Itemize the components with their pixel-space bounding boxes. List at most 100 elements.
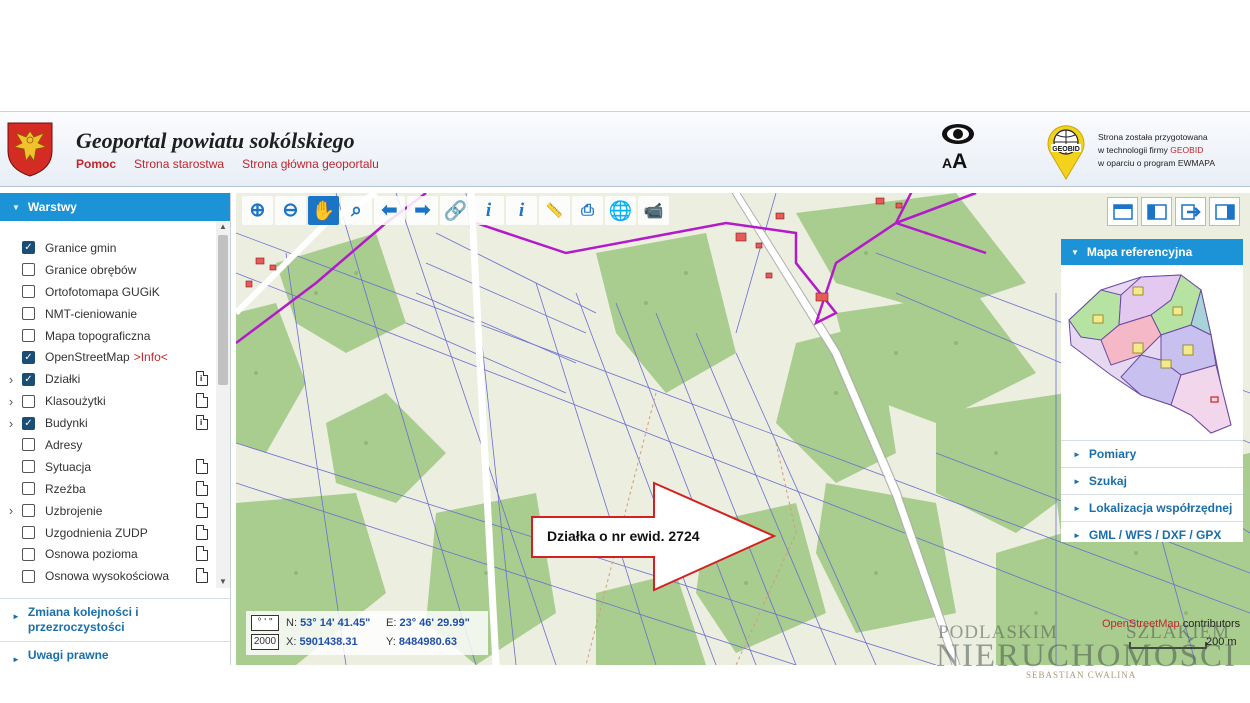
expand-chevron-icon[interactable]: › <box>0 503 22 518</box>
layer-checkbox[interactable] <box>22 526 35 540</box>
eye-icon[interactable] <box>940 122 976 146</box>
layer-row[interactable]: Osnowa pozioma <box>0 543 216 565</box>
expand-chevron-icon[interactable]: › <box>0 416 22 431</box>
layer-info-link[interactable]: >Info< <box>134 350 168 364</box>
layer-row[interactable]: Mapa topograficzna <box>0 325 216 347</box>
layer-checkbox[interactable] <box>22 547 35 561</box>
globe-icon[interactable]: 🌐 <box>605 196 636 225</box>
layer-info-doc-icon[interactable]: i <box>196 371 208 387</box>
layer-row[interactable]: Sytuacja <box>0 456 216 478</box>
reference-map[interactable] <box>1061 265 1243 435</box>
camera-icon[interactable]: 📹 <box>638 196 669 225</box>
gml-wfs-item[interactable]: ► GML / WFS / DXF / GPX <box>1061 521 1243 548</box>
layer-row[interactable]: ✓ Granice gmin <box>0 237 216 259</box>
layer-doc-icon[interactable] <box>196 393 208 409</box>
layer-label: Rzeźba <box>45 481 86 496</box>
layer-checkbox[interactable] <box>22 438 35 452</box>
layer-checkbox[interactable]: ✓ <box>22 372 35 386</box>
layer-checkbox[interactable]: ✓ <box>22 350 35 364</box>
scroll-thumb[interactable] <box>218 235 228 385</box>
order-transparency-panel[interactable]: ► Zmiana kolejności i przezroczystości <box>0 598 230 641</box>
layout-right-icon[interactable] <box>1209 197 1240 226</box>
search-item[interactable]: ► Szukaj <box>1061 467 1243 494</box>
layer-doc-icon[interactable] <box>196 524 208 540</box>
zoom-rect-icon[interactable]: ⌕ <box>341 196 372 225</box>
county-site-link[interactable]: Strona starostwa <box>134 157 224 171</box>
font-size-big-label: A <box>952 150 968 173</box>
print-icon[interactable]: ⎙ <box>572 196 603 225</box>
layer-row[interactable]: Ortofotomapa GUGiK <box>0 281 216 303</box>
layers-panel-header[interactable]: ▼ Warstwy <box>0 193 230 221</box>
layer-checkbox[interactable] <box>22 307 35 321</box>
layer-label: Adresy <box>45 437 83 452</box>
layer-row[interactable]: › Uzbrojenie <box>0 500 216 522</box>
layer-checkbox[interactable] <box>22 263 35 277</box>
zoom-out-icon[interactable]: ⊖ <box>275 196 306 225</box>
layer-row[interactable]: Adresy <box>0 434 216 456</box>
view-buttons <box>1107 197 1240 226</box>
layers-title: Warstwy <box>27 200 77 214</box>
layer-row[interactable]: Uzgodnienia ZUDP <box>0 522 216 544</box>
layer-label: OpenStreetMap <box>45 350 130 365</box>
pan-hand-icon[interactable]: ✋ <box>308 196 339 225</box>
font-size-small-label: A <box>942 155 953 171</box>
layer-checkbox[interactable] <box>22 460 35 474</box>
zoom-in-icon[interactable]: ⊕ <box>242 196 273 225</box>
layer-checkbox[interactable] <box>22 394 35 408</box>
expand-chevron-icon[interactable]: › <box>0 372 22 387</box>
export-icon[interactable] <box>1175 197 1206 226</box>
layer-checkbox[interactable]: ✓ <box>22 416 35 430</box>
info-icon[interactable]: i <box>473 196 504 225</box>
layer-doc-icon[interactable] <box>196 568 208 584</box>
x-coord: X: 5901438.31 <box>286 636 358 648</box>
layer-checkbox[interactable] <box>22 569 35 583</box>
forward-arrow-icon[interactable]: ➡ <box>407 196 438 225</box>
layout-left-icon[interactable] <box>1141 197 1172 226</box>
info-edit-icon[interactable]: i <box>506 196 537 225</box>
layer-checkbox[interactable] <box>22 329 35 342</box>
ruler-icon[interactable]: 📏 <box>539 196 570 225</box>
layer-row[interactable]: › ✓ Budynki i <box>0 412 216 434</box>
measurements-item[interactable]: ► Pomiary <box>1061 440 1243 467</box>
layer-checkbox[interactable] <box>22 482 35 496</box>
reference-map-panel: ▼ Mapa referencyjna ► Pomiary ► Szukaj ►… <box>1061 239 1243 542</box>
map-view[interactable]: Działka o nr ewid. 2724 ⊕ ⊖ ✋ ⌕ ⬅ ➡ 🔗 i … <box>236 193 1250 665</box>
layer-row[interactable]: ✓ OpenStreetMap >Info< <box>0 346 216 368</box>
expand-chevron-icon[interactable]: › <box>0 394 22 409</box>
back-arrow-icon[interactable]: ⬅ <box>374 196 405 225</box>
info-line-3: w oparciu o program EWMAPA <box>1098 158 1215 168</box>
layer-row[interactable]: › Klasoużytki <box>0 390 216 412</box>
layer-row[interactable]: Granice obrębów <box>0 259 216 281</box>
scroll-down-icon[interactable]: ▼ <box>216 576 230 588</box>
layer-checkbox[interactable] <box>22 285 35 299</box>
n-coord: N: 53° 14' 41.45" <box>286 617 370 629</box>
layer-checkbox[interactable]: ✓ <box>22 241 35 255</box>
geobid-link[interactable]: GEOBID <box>1170 145 1203 155</box>
n-label: N: <box>286 617 297 629</box>
x-value: 5901438.31 <box>299 636 358 648</box>
layer-info-doc-icon[interactable]: i <box>196 415 208 431</box>
layer-row[interactable]: › ✓ Działki i <box>0 368 216 390</box>
layer-row[interactable]: NMT-cieniowanie <box>0 303 216 325</box>
coord-format-button[interactable]: ° ' " <box>251 615 279 631</box>
scroll-up-icon[interactable]: ▲ <box>216 221 230 233</box>
link-icon[interactable]: 🔗 <box>440 196 471 225</box>
sidebar-bottom-panels: ► Zmiana kolejności i przezroczystości ►… <box>0 598 230 673</box>
help-link[interactable]: Pomoc <box>76 157 116 171</box>
layer-doc-icon[interactable] <box>196 480 208 496</box>
layout-top-icon[interactable] <box>1107 197 1138 226</box>
geoportal-home-link[interactable]: Strona główna geoportalu <box>242 157 379 171</box>
reference-map-header[interactable]: ▼ Mapa referencyjna <box>1061 239 1243 265</box>
layer-row[interactable]: Rzeźba <box>0 478 216 500</box>
font-size-toggle[interactable]: AA <box>942 150 967 174</box>
sidebar: ▼ Warstwy ✓ Granice gmin Granice obrębów Or… <box>0 193 231 665</box>
layer-list-scrollbar[interactable]: ▲ ▼ <box>216 221 230 588</box>
chevron-right-icon: ► <box>1073 476 1081 486</box>
layer-doc-icon[interactable] <box>196 502 208 518</box>
scale-select-button[interactable]: 2000 <box>251 634 279 650</box>
layer-checkbox[interactable] <box>22 504 35 518</box>
coordinate-location-item[interactable]: ► Lokalizacja współrzędnej <box>1061 494 1243 521</box>
layer-doc-icon[interactable] <box>196 546 208 562</box>
layer-row[interactable]: Osnowa wysokościowa <box>0 565 216 587</box>
layer-doc-icon[interactable] <box>196 458 208 474</box>
